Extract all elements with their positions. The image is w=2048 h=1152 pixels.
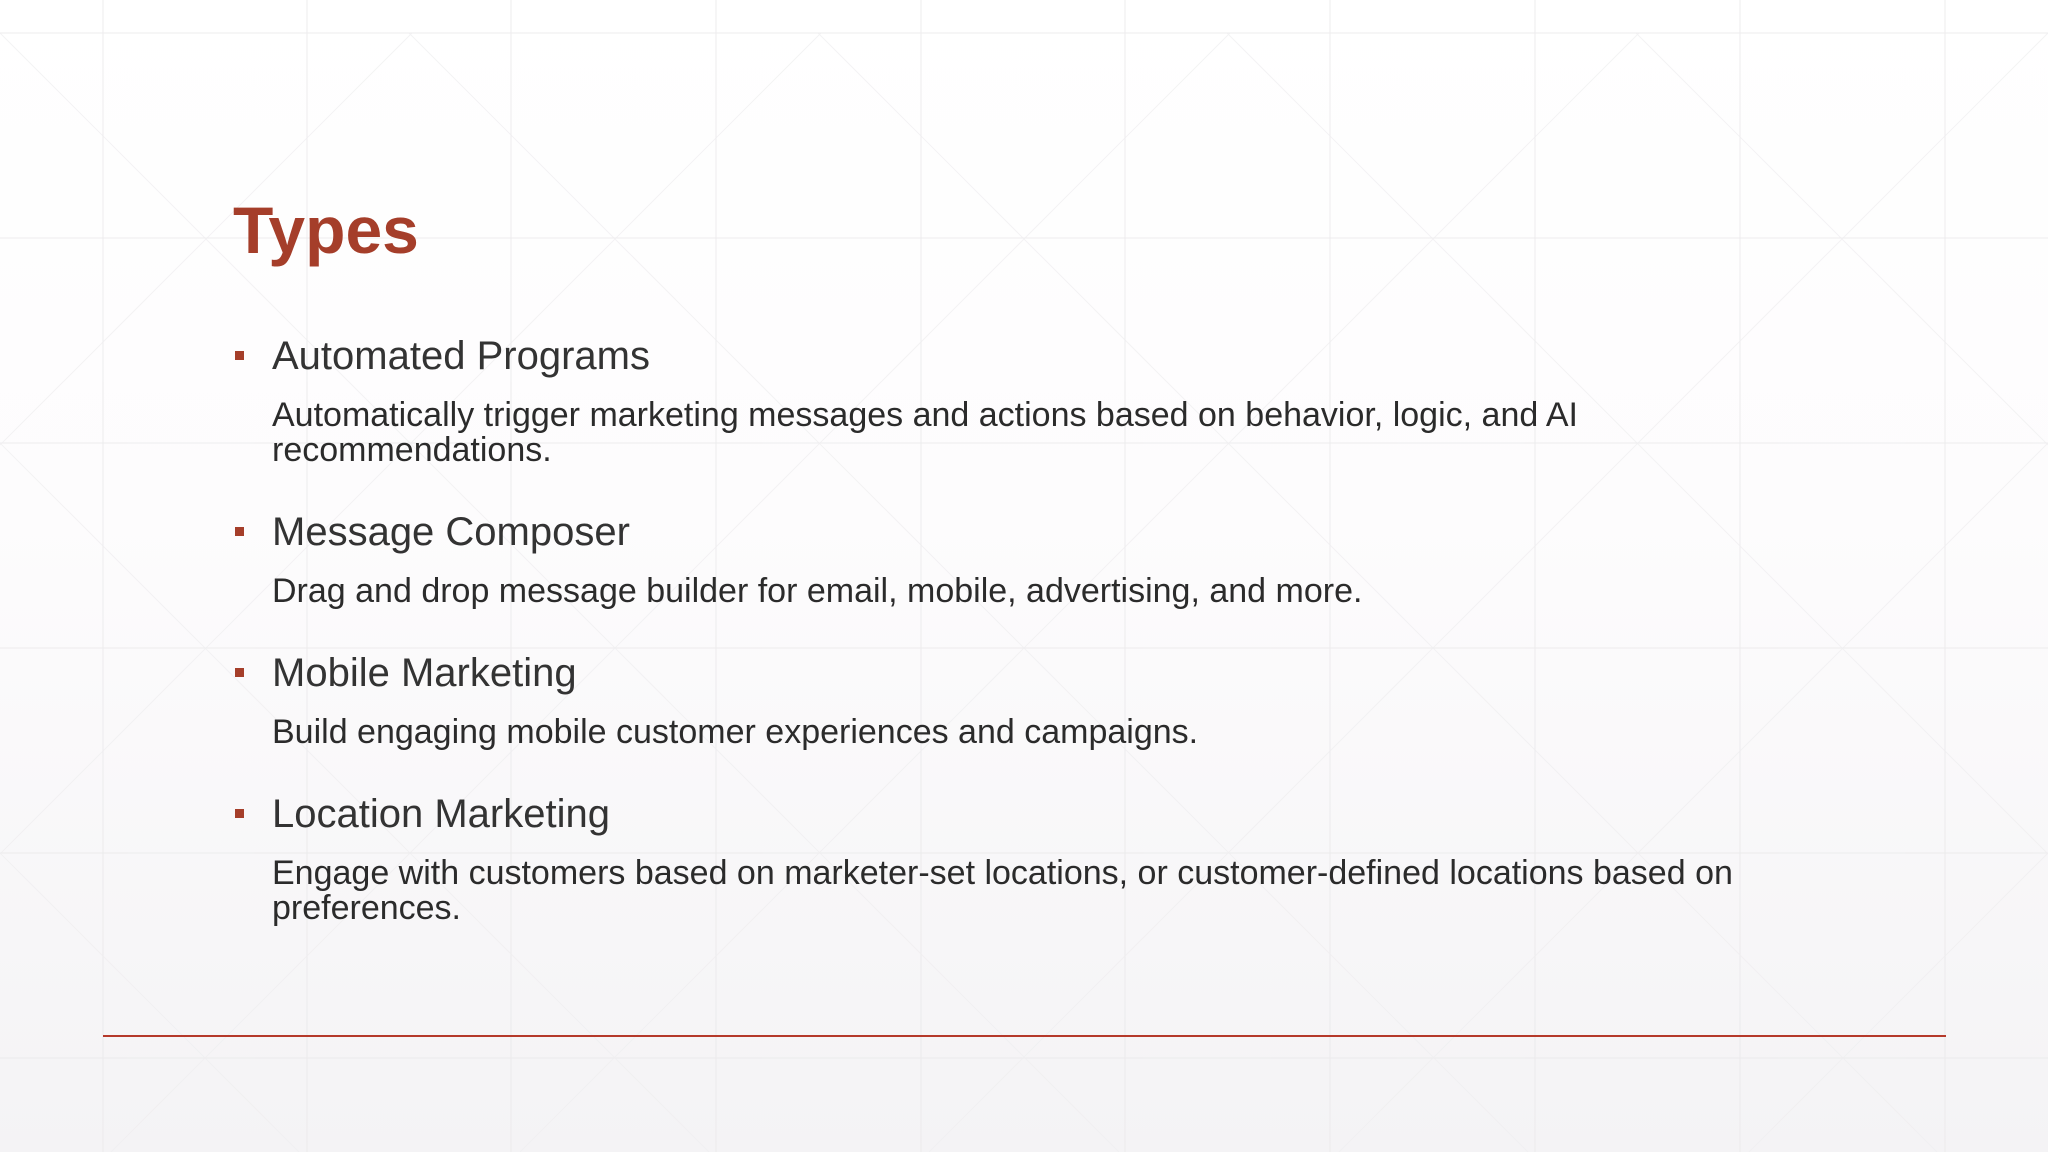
footer-divider <box>103 1035 1946 1037</box>
item-description: Engage with customers based on marketer-… <box>272 854 1733 927</box>
bullet-list: Automated Programs Automatically trigger… <box>233 328 1833 926</box>
square-bullet-icon <box>235 809 244 818</box>
list-item-message-composer: Message Composer Drag and drop message b… <box>233 504 1833 609</box>
square-bullet-icon <box>235 527 244 536</box>
item-description: Automatically trigger marketing messages… <box>272 396 1578 469</box>
item-description: Drag and drop message builder for email,… <box>272 572 1363 610</box>
item-heading: Automated Programs <box>272 334 650 378</box>
square-bullet-icon <box>235 668 244 677</box>
square-bullet-icon <box>235 351 244 360</box>
item-description: Build engaging mobile customer experienc… <box>272 713 1199 751</box>
slide-title: Types <box>233 193 419 267</box>
list-item-mobile-marketing: Mobile Marketing Build engaging mobile c… <box>233 645 1833 750</box>
item-heading: Message Composer <box>272 510 630 554</box>
list-item-automated-programs: Automated Programs Automatically trigger… <box>233 328 1833 468</box>
slide: Types Automated Programs Automatically t… <box>0 0 2048 1152</box>
list-item-location-marketing: Location Marketing Engage with customers… <box>233 786 1833 926</box>
item-heading: Mobile Marketing <box>272 651 577 695</box>
item-heading: Location Marketing <box>272 792 610 836</box>
